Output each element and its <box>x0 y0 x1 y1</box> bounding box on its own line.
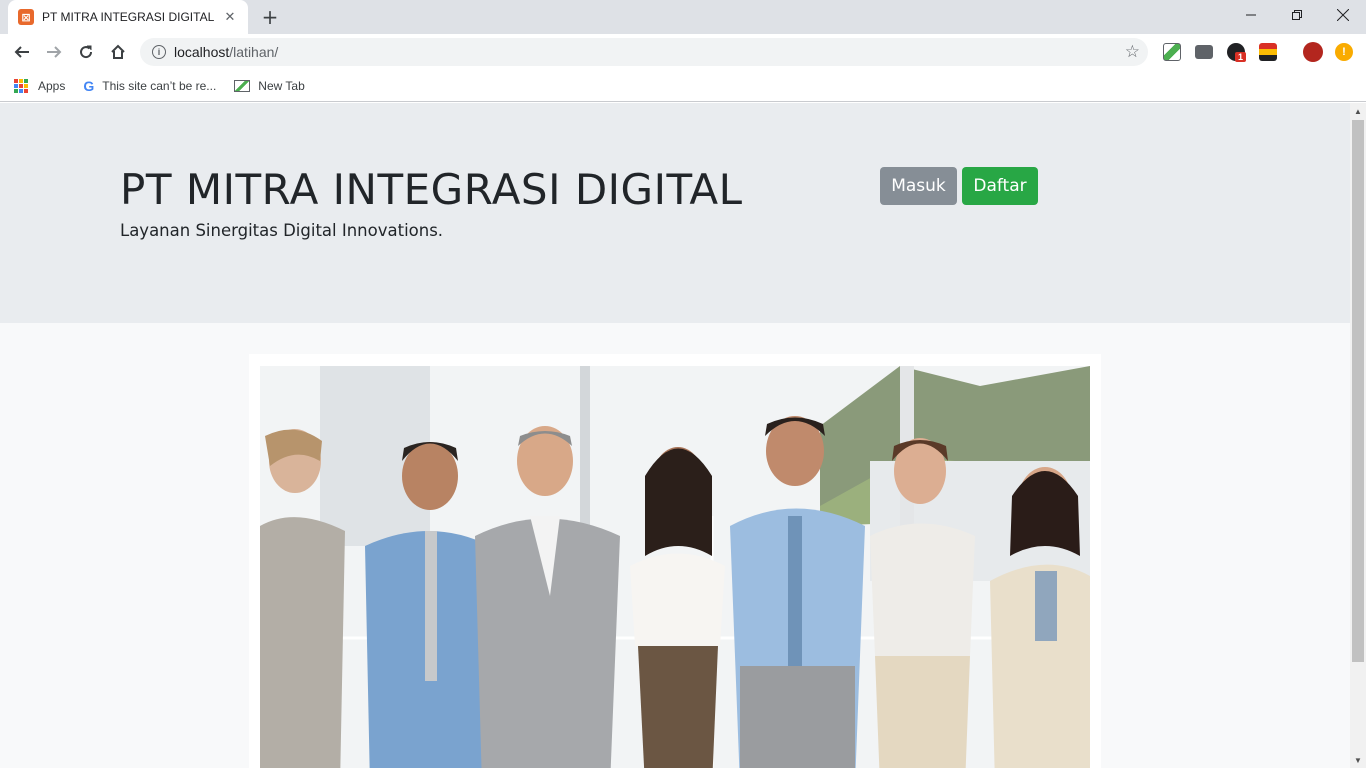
forward-button[interactable] <box>40 38 68 66</box>
apps-grid-icon <box>14 78 28 93</box>
bookmark-star-icon[interactable]: ☆ <box>1125 42 1140 62</box>
page-title: PT MITRA INTEGRASI DIGITAL <box>120 165 743 214</box>
tab-strip: ⊠ PT MITRA INTEGRASI DIGITAL ✕ + <box>0 0 1366 34</box>
bookmark-new-tab[interactable]: New Tab <box>234 78 305 93</box>
team-photo <box>260 366 1090 768</box>
hero-image-card <box>249 354 1101 768</box>
bookmark-apps[interactable]: Apps <box>14 78 66 93</box>
bookmark-label: Apps <box>38 78 66 93</box>
restore-button[interactable] <box>1274 0 1320 30</box>
reload-button[interactable] <box>72 38 100 66</box>
bookmark-site-error[interactable]: G This site can’t be re... <box>83 78 216 94</box>
extension-badge: 1 <box>1235 52 1247 62</box>
xampp-favicon-icon: ⊠ <box>18 9 34 25</box>
new-tab-icon <box>234 79 251 92</box>
team-photo-illustration <box>260 366 1090 768</box>
close-icon <box>1337 9 1349 21</box>
close-tab-icon[interactable]: ✕ <box>222 9 238 25</box>
bookmark-label: New Tab <box>258 78 305 93</box>
minimize-button[interactable] <box>1228 0 1274 30</box>
extension-screenshot-icon[interactable] <box>1163 43 1181 61</box>
bookmarks-bar: Apps G This site can’t be re... New Tab <box>0 70 1366 102</box>
update-alert-icon[interactable]: ! <box>1335 43 1353 61</box>
scroll-down-icon[interactable]: ▼ <box>1350 752 1366 768</box>
close-window-button[interactable] <box>1320 0 1366 30</box>
info-icon[interactable]: i <box>152 45 166 59</box>
page-scrollbar[interactable]: ▲ ▼ <box>1350 103 1366 768</box>
scrollbar-thumb[interactable] <box>1352 120 1364 662</box>
page-viewport: PT MITRA INTEGRASI DIGITAL Layanan Siner… <box>0 103 1350 768</box>
extension-monitor-icon[interactable] <box>1195 45 1213 59</box>
register-button[interactable]: Daftar <box>962 167 1038 205</box>
page-lead: Layanan Sinergitas Digital Innovations. <box>120 221 444 240</box>
home-button[interactable] <box>104 38 132 66</box>
tab-title: PT MITRA INTEGRASI DIGITAL <box>42 10 215 24</box>
address-bar[interactable]: i localhost/latihan/ ☆ <box>140 38 1148 66</box>
browser-toolbar: i localhost/latihan/ ☆ 1 ! <box>0 34 1366 70</box>
home-icon <box>111 44 125 59</box>
forward-arrow-icon <box>47 46 62 58</box>
url-path: /latihan/ <box>229 44 279 60</box>
restore-icon <box>1292 10 1302 20</box>
back-arrow-icon <box>14 46 29 58</box>
scroll-up-icon[interactable]: ▲ <box>1350 103 1366 119</box>
back-button[interactable] <box>8 38 36 66</box>
profile-avatar[interactable] <box>1303 42 1323 62</box>
extension-flag-icon[interactable] <box>1259 43 1277 61</box>
bookmark-label: This site can’t be re... <box>102 78 217 93</box>
new-tab-button[interactable]: + <box>258 5 282 29</box>
login-button[interactable]: Masuk <box>880 167 957 205</box>
minimize-icon <box>1246 14 1256 16</box>
browser-tab[interactable]: ⊠ PT MITRA INTEGRASI DIGITAL ✕ <box>8 0 248 34</box>
extension-chat-icon[interactable]: 1 <box>1227 43 1247 62</box>
jumbotron: PT MITRA INTEGRASI DIGITAL Layanan Siner… <box>0 103 1350 323</box>
url-host: localhost <box>174 44 230 60</box>
google-icon: G <box>83 77 95 94</box>
reload-icon <box>80 45 93 59</box>
